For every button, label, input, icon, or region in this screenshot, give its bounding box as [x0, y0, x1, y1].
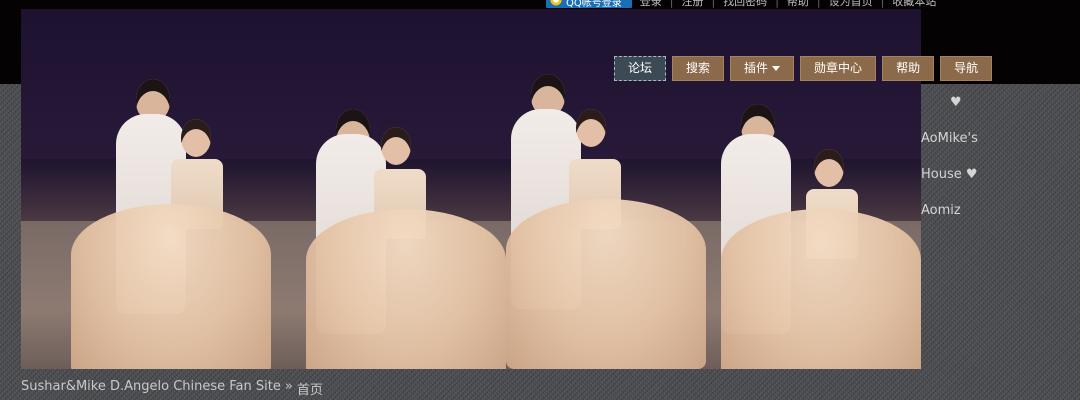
banner-couple-2: [286, 9, 511, 369]
breadcrumb-separator: »: [284, 379, 293, 394]
top-link-register[interactable]: 注册: [681, 0, 703, 9]
breadcrumb: Sushar&Mike D.Angelo Chinese Fan Site » …: [21, 379, 323, 398]
breadcrumb-current: 首页: [296, 383, 323, 398]
top-link-help[interactable]: 帮助: [787, 0, 809, 9]
breadcrumb-site-link[interactable]: Sushar&Mike D.Angelo Chinese Fan Site: [21, 379, 281, 398]
nav-item-guide[interactable]: 导航: [940, 56, 993, 81]
nav-item-medal-center[interactable]: 勋章中心: [800, 56, 877, 81]
banner-couple-1: [61, 9, 286, 369]
qq-login-label: QQ帐号登录: [566, 0, 622, 9]
side-title-line-2: House ♥: [921, 167, 978, 182]
top-link-homepage[interactable]: 设为首页: [829, 0, 873, 9]
nav-item-help[interactable]: 帮助: [882, 56, 935, 81]
nav-item-forum[interactable]: 论坛: [614, 56, 667, 81]
top-link-bookmark[interactable]: 收藏本站: [892, 0, 936, 9]
top-links: QQ帐号登录 登录 | 注册 | 找回密码 | 帮助 | 设为首页 | 收藏本站: [546, 0, 936, 9]
nav-item-search[interactable]: 搜索: [672, 56, 725, 81]
nav-label: 帮助: [896, 61, 921, 75]
side-heart: ♥: [950, 95, 962, 110]
nav-label: 论坛: [628, 61, 653, 75]
nav-item-plugins[interactable]: 插件: [730, 56, 795, 81]
main-nav: 论坛 搜索 插件 勋章中心 帮助 导航: [614, 56, 993, 81]
nav-label: 搜索: [686, 61, 711, 75]
nav-label: 导航: [954, 61, 979, 75]
nav-label: 勋章中心: [814, 61, 863, 75]
top-link-recover[interactable]: 找回密码: [723, 0, 767, 9]
qq-penguin-icon: [550, 0, 562, 7]
top-link-login[interactable]: 登录: [640, 0, 662, 9]
qq-login-button[interactable]: QQ帐号登录: [546, 0, 632, 9]
side-title-line-1: AoMike's: [921, 131, 978, 146]
side-title-line-3: Aomiz: [921, 203, 961, 218]
caret-down-icon: [772, 66, 781, 71]
nav-label: 插件: [744, 61, 769, 75]
